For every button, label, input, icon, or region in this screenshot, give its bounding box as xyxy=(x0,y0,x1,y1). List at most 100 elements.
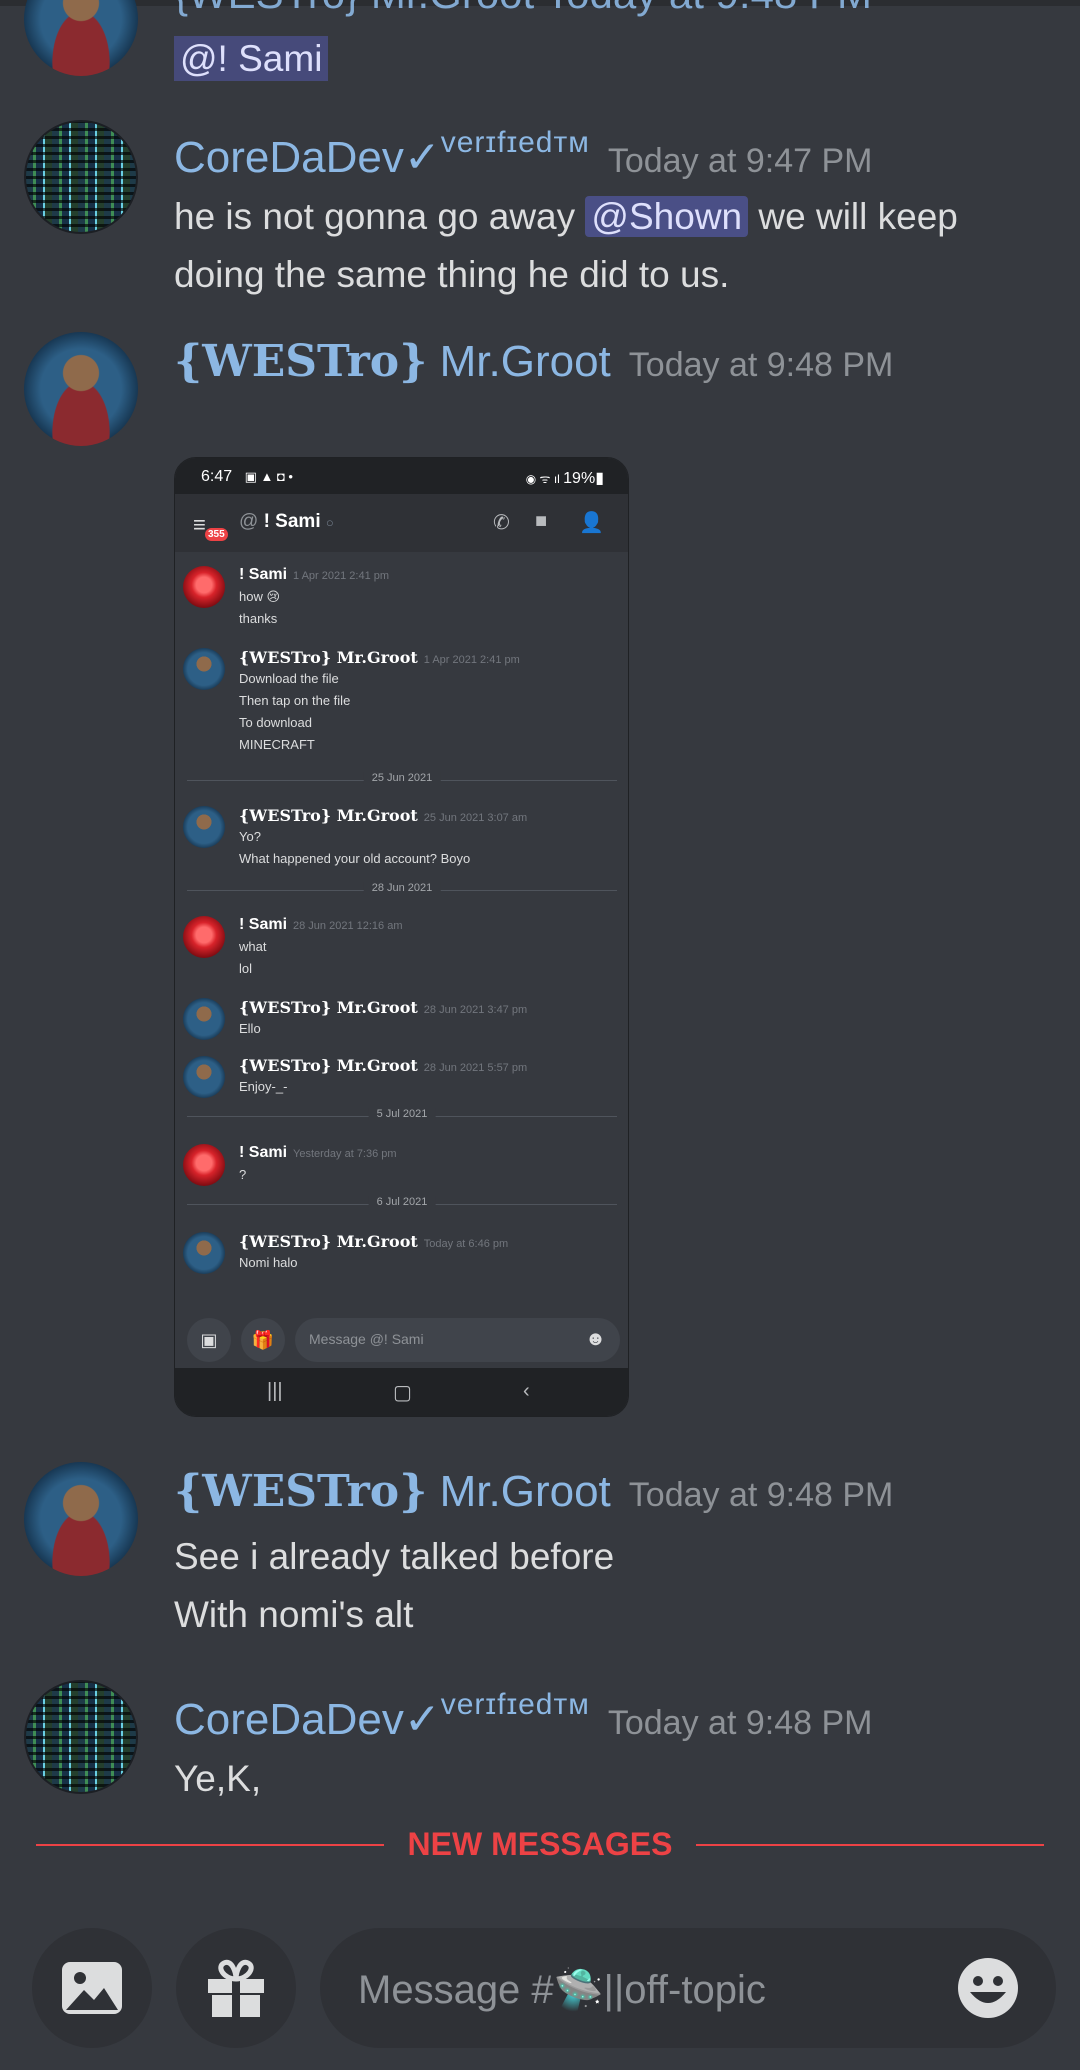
author-name[interactable]: {WESTro} Mr.Groot xyxy=(174,1466,611,1517)
author-name: {WESTro} Mr.Groot 1 Apr 2021 2:41 pm xyxy=(239,648,520,667)
avatar[interactable] xyxy=(24,0,138,76)
timestamp: 28 Jun 2021 5:57 pm xyxy=(423,1062,528,1074)
phone-status-bar: 6:47 ▣ ▲ ◘ • ◉ ᯤ ıl 19%▮ xyxy=(175,458,628,494)
avatar[interactable] xyxy=(183,998,225,1040)
avatar[interactable] xyxy=(183,806,225,848)
message-text: @! Sami xyxy=(174,30,329,88)
gift-icon[interactable]: 🎁 xyxy=(241,1318,285,1362)
mention[interactable]: @Shown xyxy=(585,196,749,237)
signal-icon: ◉ ᯤ ıl xyxy=(525,472,564,486)
timestamp: 1 Apr 2021 2:41 pm xyxy=(423,654,520,666)
mention[interactable]: @! Sami xyxy=(174,36,329,81)
author-name: ! Sami 1 Apr 2021 2:41 pm xyxy=(239,566,390,583)
author-name[interactable]: CoreDaDev xyxy=(174,133,404,182)
status-right: ◉ ᯤ ıl 19%▮ xyxy=(526,468,604,488)
home-icon[interactable]: ▢ xyxy=(393,1380,412,1405)
text-line: See i already talked before xyxy=(174,1536,615,1577)
message-input[interactable]: Message #🛸||off-topic xyxy=(320,1928,1056,2048)
image-upload-button[interactable] xyxy=(32,1928,152,2048)
author-name[interactable]: CoreDaDev xyxy=(174,1695,404,1744)
author-name: {WESTro} Mr.Groot Today at 6:46 pm xyxy=(239,1232,509,1251)
avatar[interactable] xyxy=(183,1056,225,1098)
dm-input-row: ▣ 🎁 Message @! Sami ☻ xyxy=(175,1314,628,1366)
battery-level: 19% xyxy=(563,470,596,487)
author-nick: Mr.Groot xyxy=(439,1467,611,1516)
message-text: Yo? What happened your old account? Boyo xyxy=(239,829,471,866)
timestamp: Today at 9:48 PM xyxy=(628,1476,894,1514)
back-icon[interactable]: ‹ xyxy=(523,1380,530,1403)
message-text: he is not gonna go away @Shown we will k… xyxy=(174,188,958,304)
author-name: {WESTro} Mr.Groot 28 Jun 2021 3:47 pm xyxy=(239,998,528,1017)
avatar[interactable] xyxy=(183,1144,225,1186)
timestamp: Today at 6:46 pm xyxy=(423,1238,509,1250)
android-nav-bar: ||| ▢ ‹ xyxy=(175,1368,628,1416)
call-icon[interactable]: ✆ xyxy=(493,510,510,535)
gift-button[interactable] xyxy=(176,1928,296,2048)
author-name[interactable]: {WESTro} Mr.Groot xyxy=(174,336,611,387)
menu-icon[interactable]: ≡ xyxy=(193,512,206,538)
status-icons: ▣ ▲ ◘ • xyxy=(244,469,293,484)
dm-title: @ ! Sami ○ xyxy=(239,511,334,533)
message-header: CoreDaDev✓verɪfɪedᴛᴍ Today at 9:48 PM xyxy=(174,1688,872,1745)
status-time: 6:47 xyxy=(201,468,233,485)
date-divider: 6 Jul 2021 xyxy=(187,1196,617,1208)
author-tag: verɪfɪedᴛᴍ xyxy=(440,126,590,159)
message-text: Nomi halo xyxy=(239,1255,298,1270)
message-text: See i already talked before With nomi's … xyxy=(174,1528,614,1644)
message-text: Enjoy-_- xyxy=(239,1079,288,1094)
date-divider: 25 Jun 2021 xyxy=(187,772,617,784)
avatar[interactable] xyxy=(24,1462,138,1576)
author-name: {WESTro} Mr.Groot 28 Jun 2021 5:57 pm xyxy=(239,1056,528,1075)
message-text: Download the file Then tap on the file To … xyxy=(239,671,351,752)
recents-icon[interactable]: ||| xyxy=(267,1380,283,1403)
date-divider: 28 Jun 2021 xyxy=(187,882,617,894)
verified-check-icon: ✓ xyxy=(403,1695,441,1744)
avatar[interactable] xyxy=(24,120,138,234)
message-header: {WESTro} Mr.Groot Today at 9:48 PM xyxy=(174,336,893,387)
timestamp: Today at 9:47 PM xyxy=(607,142,873,180)
avatar[interactable] xyxy=(183,1232,225,1274)
image-icon xyxy=(62,1962,122,2014)
message-text: ? xyxy=(239,1167,247,1182)
author-name: ! Sami Yesterday at 7:36 pm xyxy=(239,1144,397,1161)
date-divider: 5 Jul 2021 xyxy=(187,1108,617,1120)
avatar[interactable] xyxy=(24,332,138,446)
message-text: Ye,K, xyxy=(174,1758,262,1799)
message-header-clipped: {WESTro} Mr.Groot Today at 9:48 PM xyxy=(174,0,872,18)
emoji-icon[interactable]: ☻ xyxy=(585,1328,606,1351)
dm-message-input[interactable]: Message @! Sami ☻ xyxy=(295,1318,620,1362)
timestamp: 1 Apr 2021 2:41 pm xyxy=(293,570,390,582)
message-header: {WESTro} Mr.Groot Today at 9:48 PM xyxy=(174,1466,893,1517)
text-segment: doing the same thing he did to us. xyxy=(174,254,730,295)
new-messages-divider: NEW MESSAGES xyxy=(0,1826,1080,1863)
members-icon[interactable]: 👤 xyxy=(579,510,604,535)
offline-status-icon: ○ xyxy=(325,515,334,530)
timestamp: 28 Jun 2021 12:16 am xyxy=(293,920,403,932)
author-tag: verɪfɪedᴛᴍ xyxy=(440,1688,590,1721)
avatar[interactable] xyxy=(183,648,225,690)
timestamp: Yesterday at 7:36 pm xyxy=(293,1148,397,1160)
dm-name: ! Sami xyxy=(263,511,321,532)
gift-icon xyxy=(208,1959,264,2017)
avatar[interactable] xyxy=(183,566,225,608)
message-text: Ello xyxy=(239,1021,261,1036)
image-upload-icon[interactable]: ▣ xyxy=(187,1318,231,1362)
message-text: what lol xyxy=(239,939,267,976)
timestamp: Today at 9:48 PM xyxy=(628,346,894,384)
avatar[interactable] xyxy=(183,916,225,958)
text-line: With nomi's alt xyxy=(174,1594,414,1635)
at-sign: @ xyxy=(239,511,259,532)
image-attachment[interactable]: 6:47 ▣ ▲ ◘ • ◉ ᯤ ıl 19%▮ ≡ 355 @ ! Sami … xyxy=(174,457,629,1417)
message-placeholder: Message #🛸||off-topic xyxy=(358,1968,766,2012)
author-nick: Mr.Groot xyxy=(439,337,611,386)
video-icon[interactable]: ■ xyxy=(535,510,547,533)
battery-icon: ▮ xyxy=(595,470,604,487)
message-text: how 😢 thanks xyxy=(239,589,281,626)
author-name: {WESTro} Mr.Groot 25 Jun 2021 3:07 am xyxy=(239,806,528,825)
dm-header: ≡ 355 @ ! Sami ○ ✆ ■ 👤 xyxy=(175,494,628,552)
author-name: ! Sami 28 Jun 2021 12:16 am xyxy=(239,916,403,933)
avatar[interactable] xyxy=(24,1680,138,1794)
timestamp: Today at 9:48 PM xyxy=(607,1704,873,1742)
ufo-emoji: 🛸 xyxy=(553,1968,604,2012)
emoji-icon[interactable] xyxy=(956,1956,1020,2020)
